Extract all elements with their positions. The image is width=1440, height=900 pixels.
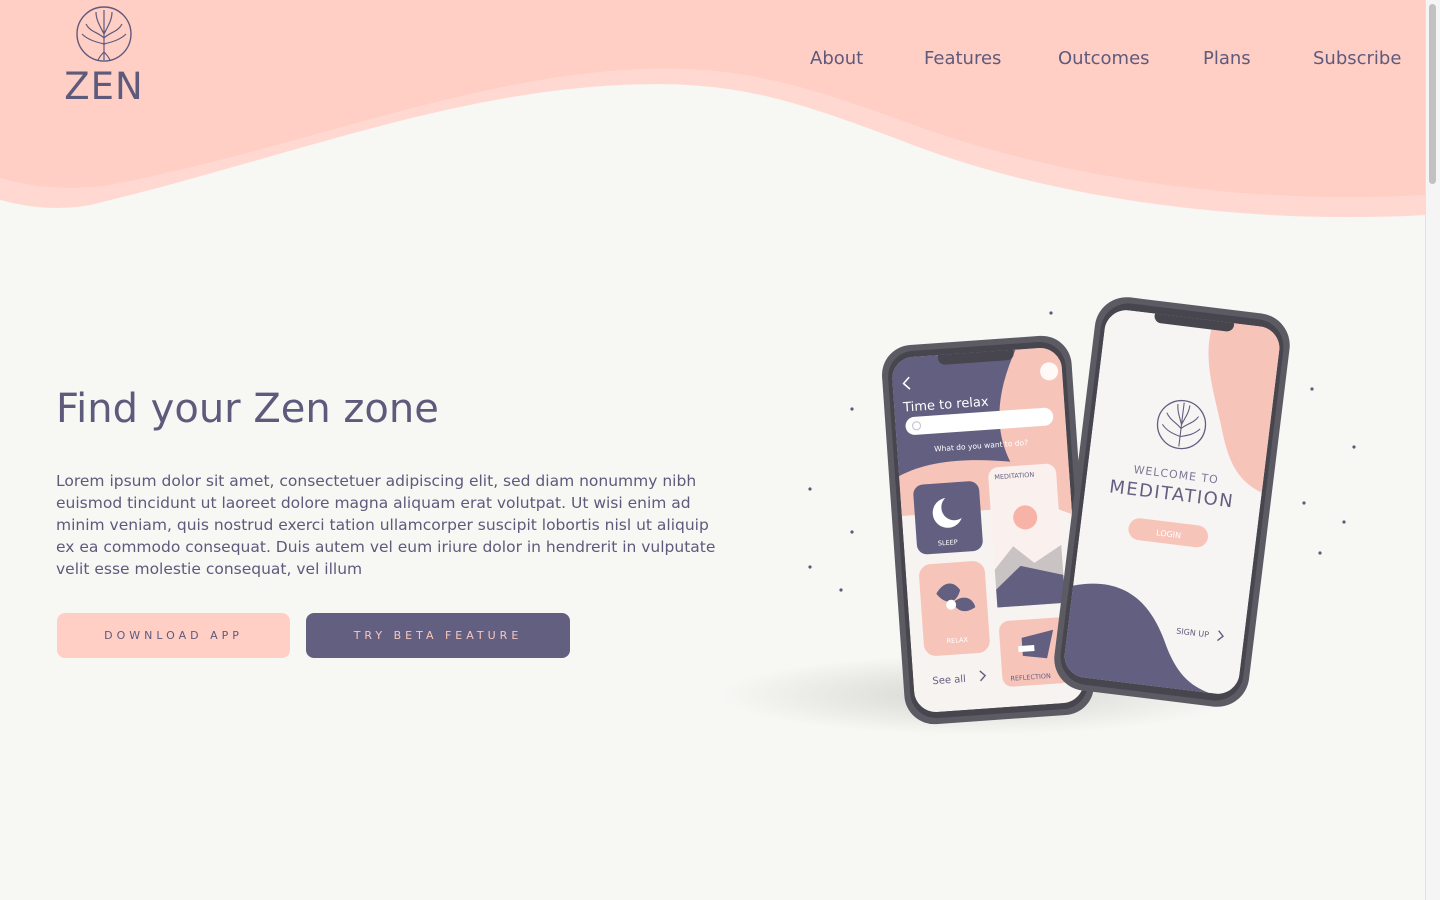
- phones-illustration: Time to relax What do you want to do? SL…: [720, 297, 1356, 735]
- brand-name: ZEN: [64, 65, 144, 108]
- top-navigation: About Features Outcomes Plans Subscribe: [0, 48, 1426, 72]
- card-relax-label: RELAX: [946, 636, 968, 646]
- hero-title: Find your Zen zone: [56, 386, 439, 432]
- nav-subscribe[interactable]: Subscribe: [1313, 48, 1401, 69]
- nav-about[interactable]: About: [810, 48, 863, 69]
- see-all-link: See all: [932, 674, 966, 687]
- scrollbar-thumb[interactable]: [1429, 4, 1436, 184]
- card-sleep-label: SLEEP: [938, 538, 958, 547]
- download-app-button[interactable]: DOWNLOAD APP: [57, 613, 290, 658]
- nav-features[interactable]: Features: [924, 48, 1001, 69]
- phone-welcome-screen: WELCOME TO MEDITATION LOGIN SIGN UP: [1054, 297, 1290, 707]
- try-beta-feature-button[interactable]: TRY BETA FEATURE: [306, 613, 570, 658]
- nav-outcomes[interactable]: Outcomes: [1058, 48, 1150, 69]
- header-wave-background: [0, 0, 1426, 218]
- nav-plans[interactable]: Plans: [1203, 48, 1251, 69]
- hero-description: Lorem ipsum dolor sit amet, consectetuer…: [56, 472, 716, 578]
- page-scrollbar[interactable]: [1425, 0, 1440, 900]
